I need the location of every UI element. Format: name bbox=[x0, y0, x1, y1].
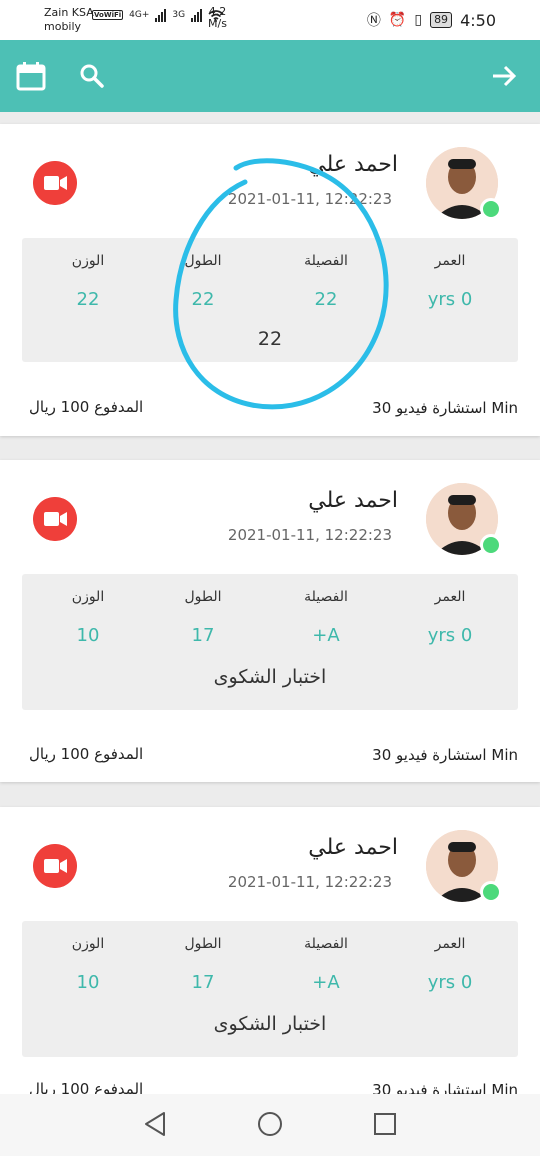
nfc-icon: Ⓝ bbox=[366, 13, 381, 29]
stat-height: الطول 17 bbox=[153, 936, 253, 993]
stat-value: yrs 0 bbox=[427, 289, 473, 310]
stat-blood-type: الفصيلة 22 bbox=[276, 253, 376, 310]
stat-value: 22 bbox=[191, 289, 215, 310]
vibrate-icon: ▯ bbox=[414, 12, 423, 28]
net-label-2: 3G bbox=[172, 10, 186, 20]
consultation-card[interactable]: احمد علي 2021-01-11, 12:22:23 العمر yrs … bbox=[0, 460, 540, 782]
status-bar: Zain KSA mobily VoWiFi 4G+ 3G 4.2 M/s Ⓝ … bbox=[0, 0, 540, 40]
app-bar bbox=[0, 40, 540, 112]
appointment-datetime: 2021-01-11, 12:22:23 bbox=[227, 526, 392, 544]
stat-age: العمر yrs 0 bbox=[400, 589, 500, 646]
stat-age: العمر yrs 0 bbox=[400, 253, 500, 310]
stat-label: الطول bbox=[184, 936, 222, 952]
paid-amount: المدفوع 100 ريال bbox=[29, 745, 144, 763]
stat-value: 22 bbox=[76, 289, 100, 310]
video-call-button[interactable] bbox=[33, 161, 77, 205]
stat-value: +A bbox=[312, 972, 340, 993]
stat-label: العمر bbox=[434, 253, 466, 269]
stat-label: العمر bbox=[434, 589, 466, 605]
stat-blood-type: الفصيلة +A bbox=[276, 936, 376, 993]
appointment-datetime: 2021-01-11, 12:22:23 bbox=[227, 873, 392, 891]
patient-name: احمد علي bbox=[308, 488, 398, 513]
complaint-text: اختبار الشكوى bbox=[213, 666, 327, 688]
system-nav-bar bbox=[0, 1094, 540, 1156]
carrier-secondary: mobily bbox=[44, 20, 82, 33]
complaint-text: 22 bbox=[257, 328, 283, 350]
stat-label: الوزن bbox=[71, 589, 105, 605]
video-call-button[interactable] bbox=[33, 844, 77, 888]
stat-height: الطول 17 bbox=[153, 589, 253, 646]
signal-icon bbox=[155, 8, 167, 22]
stat-weight: الوزن 22 bbox=[38, 253, 138, 310]
calendar-icon[interactable] bbox=[15, 60, 47, 92]
stat-blood-type: الفصيلة +A bbox=[276, 589, 376, 646]
video-call-button[interactable] bbox=[33, 497, 77, 541]
network-icons: VoWiFi 4G+ 3G bbox=[92, 8, 224, 22]
arrow-forward-icon[interactable] bbox=[488, 60, 520, 92]
stat-value: 10 bbox=[76, 972, 100, 993]
vowifi-badge: VoWiFi bbox=[92, 10, 124, 20]
consultation-card[interactable]: احمد علي 2021-01-11, 12:22:23 العمر yrs … bbox=[0, 807, 540, 1107]
carrier-info: Zain KSA mobily bbox=[44, 6, 94, 34]
search-icon[interactable] bbox=[76, 60, 108, 92]
stat-value: 10 bbox=[76, 625, 100, 646]
online-status-dot bbox=[480, 534, 502, 556]
home-icon[interactable] bbox=[256, 1110, 284, 1138]
stat-value: yrs 0 bbox=[427, 972, 473, 993]
stat-weight: الوزن 10 bbox=[38, 936, 138, 993]
speed-unit: M/s bbox=[208, 17, 227, 30]
stat-value: 22 bbox=[314, 289, 338, 310]
paid-amount: المدفوع 100 ريال bbox=[29, 398, 144, 416]
battery-icon: 89 bbox=[430, 12, 453, 28]
recents-icon[interactable] bbox=[372, 1110, 398, 1138]
stat-label: الوزن bbox=[71, 253, 105, 269]
online-status-dot bbox=[480, 198, 502, 220]
patient-name: احمد علي bbox=[308, 835, 398, 860]
status-right: Ⓝ ⏰ ▯ 89 4:50 bbox=[367, 10, 496, 30]
stat-label: الفصيلة bbox=[304, 589, 348, 605]
stat-value: +A bbox=[312, 625, 340, 646]
net-label-1: 4G+ bbox=[129, 10, 150, 20]
consultation-card[interactable]: احمد علي 2021-01-11, 12:22:23 العمر yrs … bbox=[0, 124, 540, 436]
consultation-type: استشارة فيديو 30 Min bbox=[372, 399, 518, 417]
stat-label: العمر bbox=[434, 936, 466, 952]
stat-value: yrs 0 bbox=[427, 625, 473, 646]
patient-name: احمد علي bbox=[308, 152, 398, 177]
stat-label: الطول bbox=[184, 253, 222, 269]
stat-age: العمر yrs 0 bbox=[400, 936, 500, 993]
consultation-type: استشارة فيديو 30 Min bbox=[372, 746, 518, 764]
alarm-icon: ⏰ bbox=[388, 12, 407, 28]
stat-label: الفصيلة bbox=[304, 936, 348, 952]
back-icon[interactable] bbox=[142, 1110, 168, 1138]
stat-value: 17 bbox=[191, 972, 215, 993]
patient-stats: العمر yrs 0 الفصيلة +A الطول 17 الوزن 10… bbox=[22, 921, 518, 1057]
appointment-datetime: 2021-01-11, 12:22:23 bbox=[227, 190, 392, 208]
online-status-dot bbox=[480, 881, 502, 903]
complaint-text: اختبار الشكوى bbox=[213, 1013, 327, 1035]
carrier-primary: Zain KSA bbox=[44, 6, 94, 19]
patient-stats: العمر yrs 0 الفصيلة +A الطول 17 الوزن 10… bbox=[22, 574, 518, 710]
stat-weight: الوزن 10 bbox=[38, 589, 138, 646]
signal-icon-2 bbox=[191, 8, 203, 22]
network-speed: 4.2 M/s bbox=[208, 6, 227, 30]
stat-label: الفصيلة bbox=[304, 253, 348, 269]
stat-label: الطول bbox=[184, 589, 222, 605]
stat-value: 17 bbox=[191, 625, 215, 646]
patient-stats: العمر yrs 0 الفصيلة 22 الطول 22 الوزن 22… bbox=[22, 238, 518, 362]
stat-height: الطول 22 bbox=[153, 253, 253, 310]
clock: 4:50 bbox=[460, 10, 496, 30]
stat-label: الوزن bbox=[71, 936, 105, 952]
